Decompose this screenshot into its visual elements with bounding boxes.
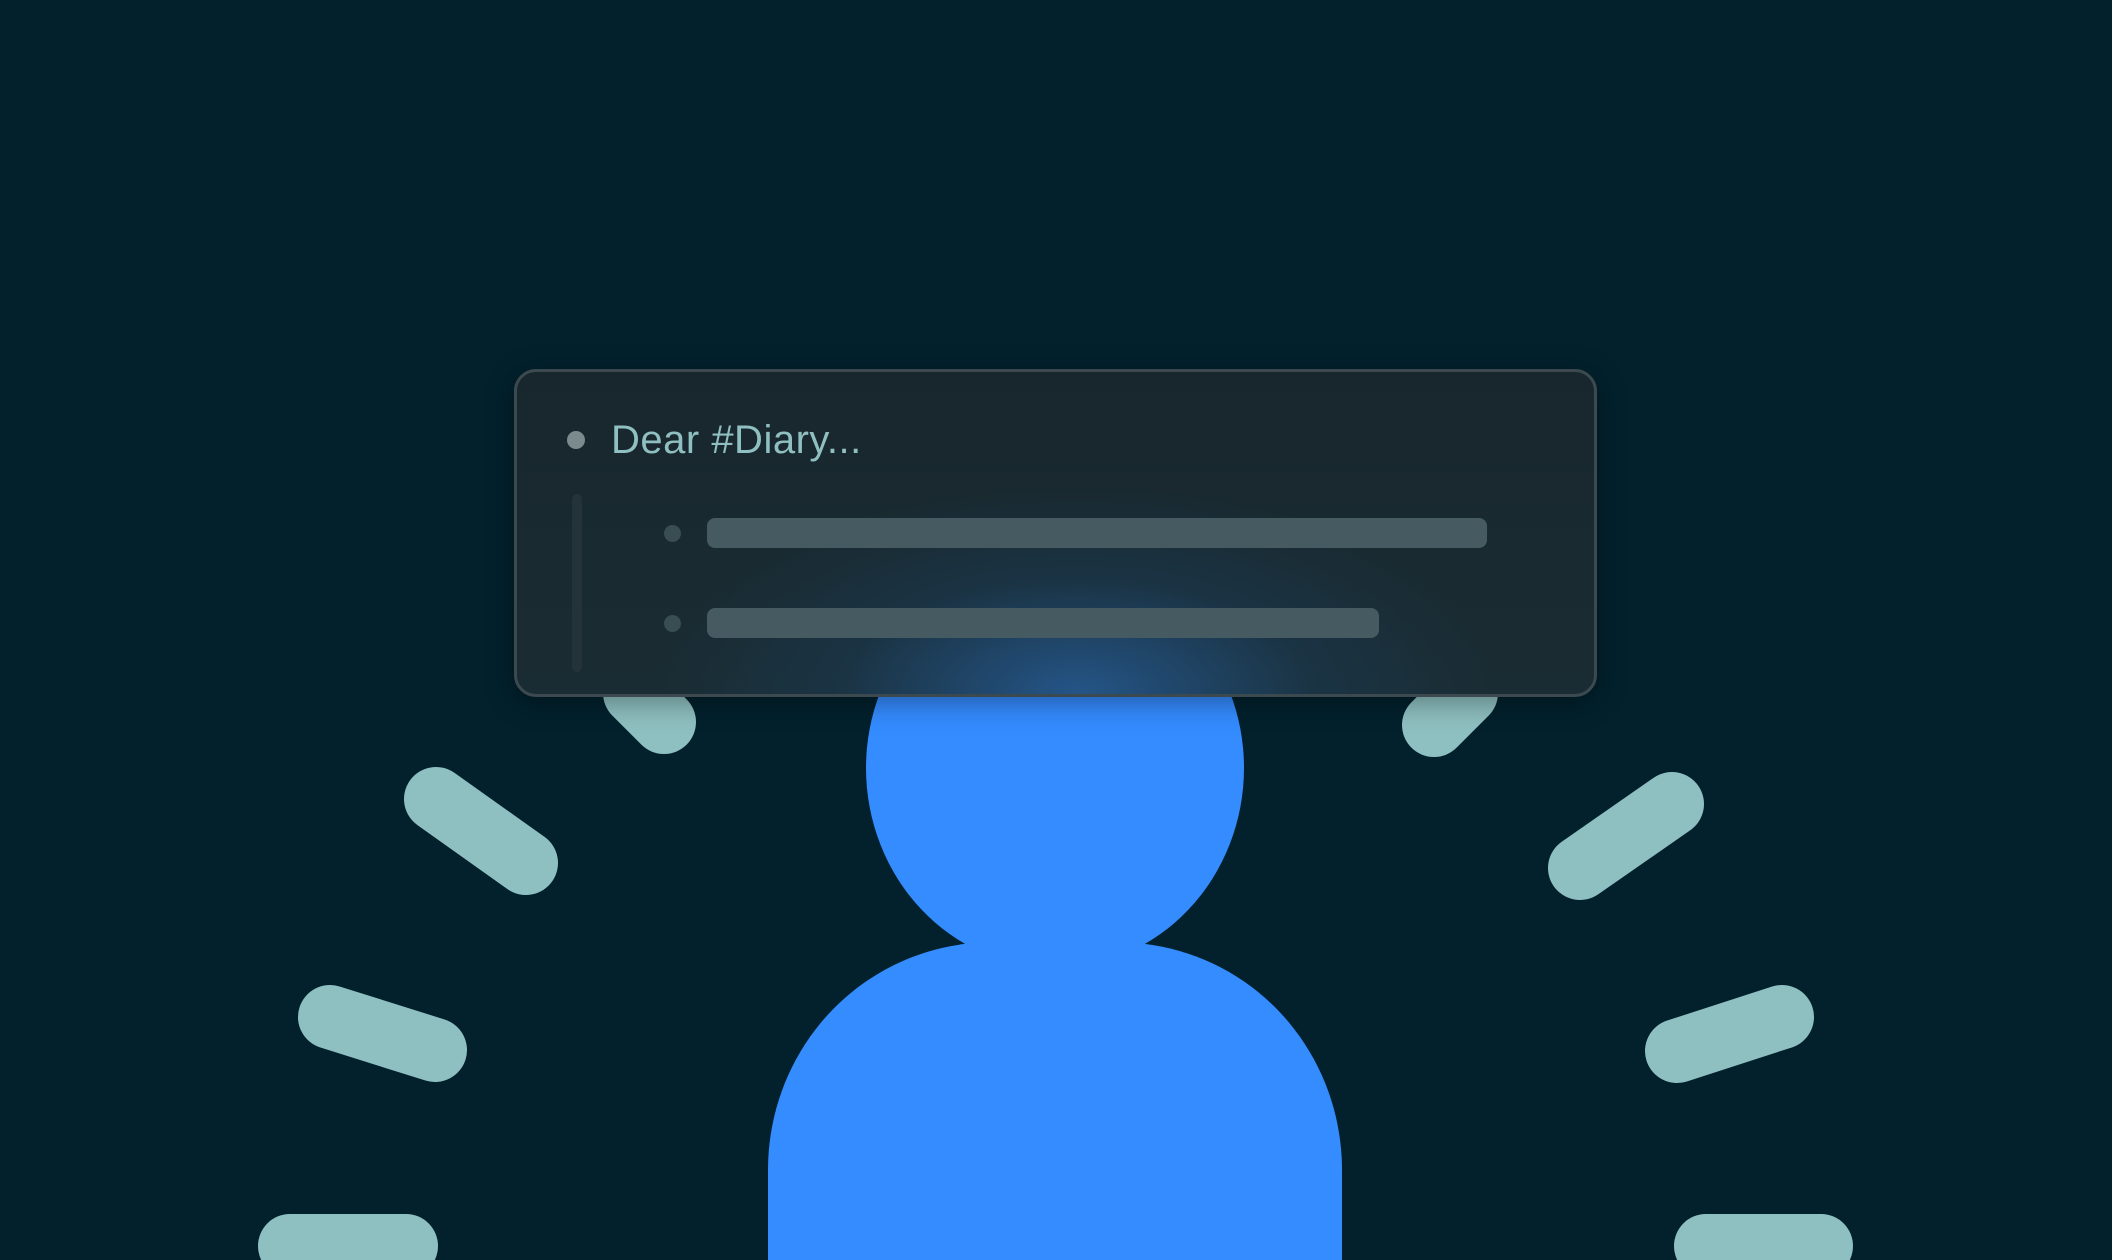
note-title[interactable]: Dear #Diary... <box>611 420 862 460</box>
bullet-dot-icon[interactable] <box>664 524 681 542</box>
ray-left-1 <box>603 661 696 754</box>
ray-left-2 <box>404 767 558 895</box>
note-title-row[interactable]: Dear #Diary... <box>567 420 862 460</box>
text-placeholder-bar <box>707 518 1487 548</box>
note-card[interactable]: Dear #Diary... <box>514 369 1597 697</box>
ray-left-3 <box>298 985 467 1082</box>
illustration-stage: Dear #Diary... <box>0 0 2112 1260</box>
child-item[interactable] <box>664 518 1487 548</box>
text-placeholder-bar <box>707 608 1379 638</box>
children-thread-line <box>572 494 582 672</box>
person-body <box>768 942 1342 1260</box>
bullet-dot-icon[interactable] <box>664 614 681 632</box>
ray-right-3 <box>1645 985 1814 1083</box>
ray-right-2 <box>1548 772 1704 900</box>
ray-right-1 <box>1402 661 1498 757</box>
child-item[interactable] <box>664 608 1379 638</box>
bullet-dot-icon[interactable] <box>567 431 585 449</box>
